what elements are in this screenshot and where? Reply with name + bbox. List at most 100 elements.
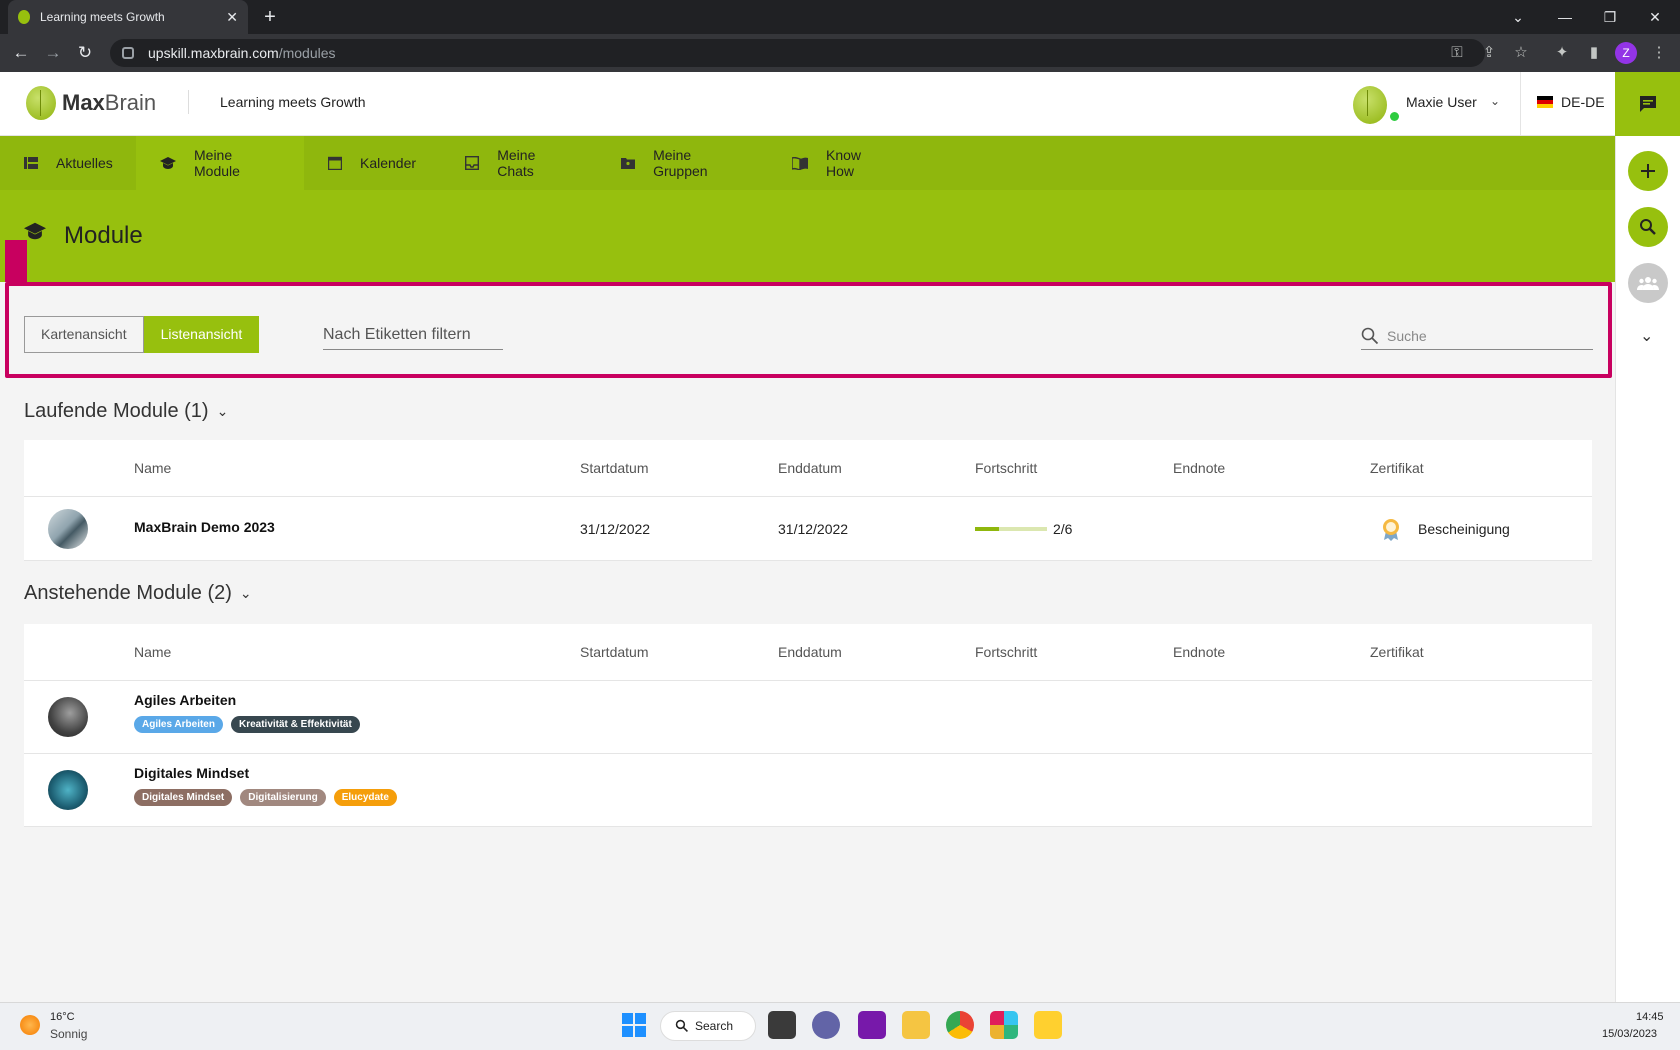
module-tags: Digitales Mindset Digitalisierung Elucyd… (134, 789, 397, 806)
user-menu-chevron-icon[interactable]: ⌄ (1490, 94, 1500, 108)
chat-button[interactable] (1615, 72, 1680, 136)
section-title: Laufende Module (1) (24, 400, 209, 422)
file-explorer-icon[interactable] (902, 1011, 930, 1039)
table-row[interactable]: Agiles Arbeiten Agiles Arbeiten Kreativi… (24, 681, 1592, 754)
groups-button[interactable] (1628, 263, 1668, 303)
certificate-label[interactable]: Bescheinigung (1418, 521, 1510, 537)
tab-search-chevron-icon[interactable]: ⌄ (1503, 4, 1533, 30)
running-modules-table: Name Startdatum Enddatum Fortschritt End… (24, 440, 1592, 561)
calendar-icon (328, 155, 342, 171)
inbox-icon (464, 155, 479, 171)
global-search-button[interactable] (1628, 207, 1668, 247)
close-window-button[interactable]: ✕ (1640, 4, 1670, 30)
language-selector[interactable]: DE-DE (1561, 94, 1605, 110)
running-modules-heading[interactable]: Laufende Module (1) ⌄ (24, 400, 228, 423)
windows-start-icon[interactable] (620, 1011, 648, 1039)
nav-meine-gruppen[interactable]: Meine Gruppen (596, 136, 768, 190)
onenote-icon[interactable] (858, 1011, 886, 1039)
news-icon (24, 155, 38, 171)
tag-badge[interactable]: Digitales Mindset (134, 789, 233, 806)
browser-menu-icon[interactable]: ⋮ (1646, 40, 1672, 66)
tag-badge[interactable]: Elucydate (333, 789, 397, 806)
bookmark-star-icon[interactable]: ☆ (1508, 40, 1534, 66)
clock-date[interactable]: 15/03/2023 (1602, 1028, 1657, 1040)
progress-bar (975, 527, 1047, 531)
chrome-icon[interactable] (946, 1011, 974, 1039)
nav-meine-module[interactable]: Meine Module (136, 136, 304, 190)
site-favicon-icon (18, 10, 30, 24)
tag-badge[interactable]: Agiles Arbeiten (134, 716, 223, 733)
nav-label: Meine Chats (497, 147, 536, 179)
search-icon (1640, 219, 1656, 235)
col-name: Name (134, 644, 172, 660)
slack-icon[interactable] (990, 1011, 1018, 1039)
url-host: upskill.maxbrain.com (148, 45, 279, 61)
nav-aktuelles[interactable]: Aktuelles (0, 136, 136, 190)
miro-icon[interactable] (1034, 1011, 1062, 1039)
profile-avatar[interactable]: Z (1615, 42, 1637, 64)
nav-kalender[interactable]: Kalender (304, 136, 440, 190)
new-tab-button[interactable]: + (258, 6, 282, 28)
col-name: Name (134, 460, 172, 476)
nav-meine-chats[interactable]: Meine Chats (440, 136, 596, 190)
user-avatar[interactable] (1353, 86, 1387, 124)
nav-label: Meine Gruppen (653, 147, 708, 179)
module-name[interactable]: MaxBrain Demo 2023 (134, 519, 275, 535)
col-start: Startdatum (580, 644, 649, 660)
rail-expand-chevron-icon[interactable]: ⌄ (1640, 326, 1653, 346)
brain-logo-icon (26, 86, 56, 120)
clock-time[interactable]: 14:45 (1636, 1011, 1664, 1023)
browser-tab[interactable]: Learning meets Growth ✕ (8, 0, 248, 34)
url-bar[interactable]: upskill.maxbrain.com/modules (110, 39, 1485, 67)
upcoming-modules-table: Name Startdatum Enddatum Fortschritt End… (24, 624, 1592, 827)
user-name[interactable]: Maxie User (1406, 94, 1477, 110)
minimize-button[interactable]: — (1550, 4, 1580, 30)
brand-name: MaxBrain (62, 90, 156, 116)
module-thumbnail (48, 770, 88, 810)
key-icon[interactable]: ⚿ (1444, 40, 1470, 66)
task-view-icon[interactable] (768, 1011, 796, 1039)
restore-button[interactable]: ❐ (1595, 4, 1625, 30)
lock-icon (122, 47, 134, 59)
maxbrain-logo[interactable]: MaxBrain (26, 86, 156, 120)
highlight-marker (5, 240, 27, 282)
nav-know-how[interactable]: Know How (768, 136, 908, 190)
chevron-down-icon[interactable]: ⌄ (240, 585, 252, 602)
extensions-puzzle-icon[interactable]: ✦ (1549, 40, 1575, 66)
module-thumbnail (48, 697, 88, 737)
progress-bar-fill (975, 527, 999, 531)
weather-description[interactable]: Sonnig (50, 1027, 87, 1041)
tag-badge[interactable]: Digitalisierung (240, 789, 326, 806)
side-panel-icon[interactable]: ▮ (1581, 40, 1607, 66)
module-name[interactable]: Agiles Arbeiten (134, 692, 236, 708)
teams-chat-icon[interactable] (812, 1011, 840, 1039)
highlight-frame (5, 282, 1612, 378)
reload-icon[interactable]: ↻ (74, 42, 96, 64)
col-grade: Endnote (1173, 644, 1226, 660)
table-row[interactable]: MaxBrain Demo 2023 31/12/2022 31/12/2022… (24, 497, 1592, 561)
col-certificate: Zertifikat (1370, 644, 1424, 660)
german-flag-icon[interactable] (1537, 96, 1553, 108)
taskbar-search-label: Search (695, 1019, 734, 1033)
user-avatar-brain-icon (1353, 86, 1387, 124)
weather-sun-icon[interactable] (20, 1015, 40, 1035)
tag-badge[interactable]: Kreativität & Effektivität (230, 716, 360, 733)
taskbar-search[interactable]: Search (660, 1011, 756, 1041)
chevron-down-icon[interactable]: ⌄ (217, 403, 229, 420)
certificate-badge-icon[interactable] (1380, 517, 1402, 544)
upcoming-modules-heading[interactable]: Anstehende Module (2) ⌄ (24, 582, 252, 605)
progress-text: 2/6 (1053, 521, 1073, 537)
module-name[interactable]: Digitales Mindset (134, 765, 249, 781)
header-divider-2 (1520, 72, 1521, 136)
col-end: Enddatum (778, 644, 842, 660)
weather-temperature[interactable]: 16°C (50, 1011, 75, 1023)
close-tab-icon[interactable]: ✕ (226, 9, 238, 26)
table-row[interactable]: Digitales Mindset Digitales Mindset Digi… (24, 754, 1592, 827)
search-icon (675, 1019, 688, 1032)
windows-taskbar (0, 1002, 1680, 1050)
forward-arrow-icon[interactable]: → (42, 42, 64, 64)
back-arrow-icon[interactable]: ← (10, 42, 32, 64)
graduation-cap-icon (160, 155, 176, 171)
share-icon[interactable]: ⇪ (1476, 40, 1502, 66)
add-button[interactable] (1628, 151, 1668, 191)
